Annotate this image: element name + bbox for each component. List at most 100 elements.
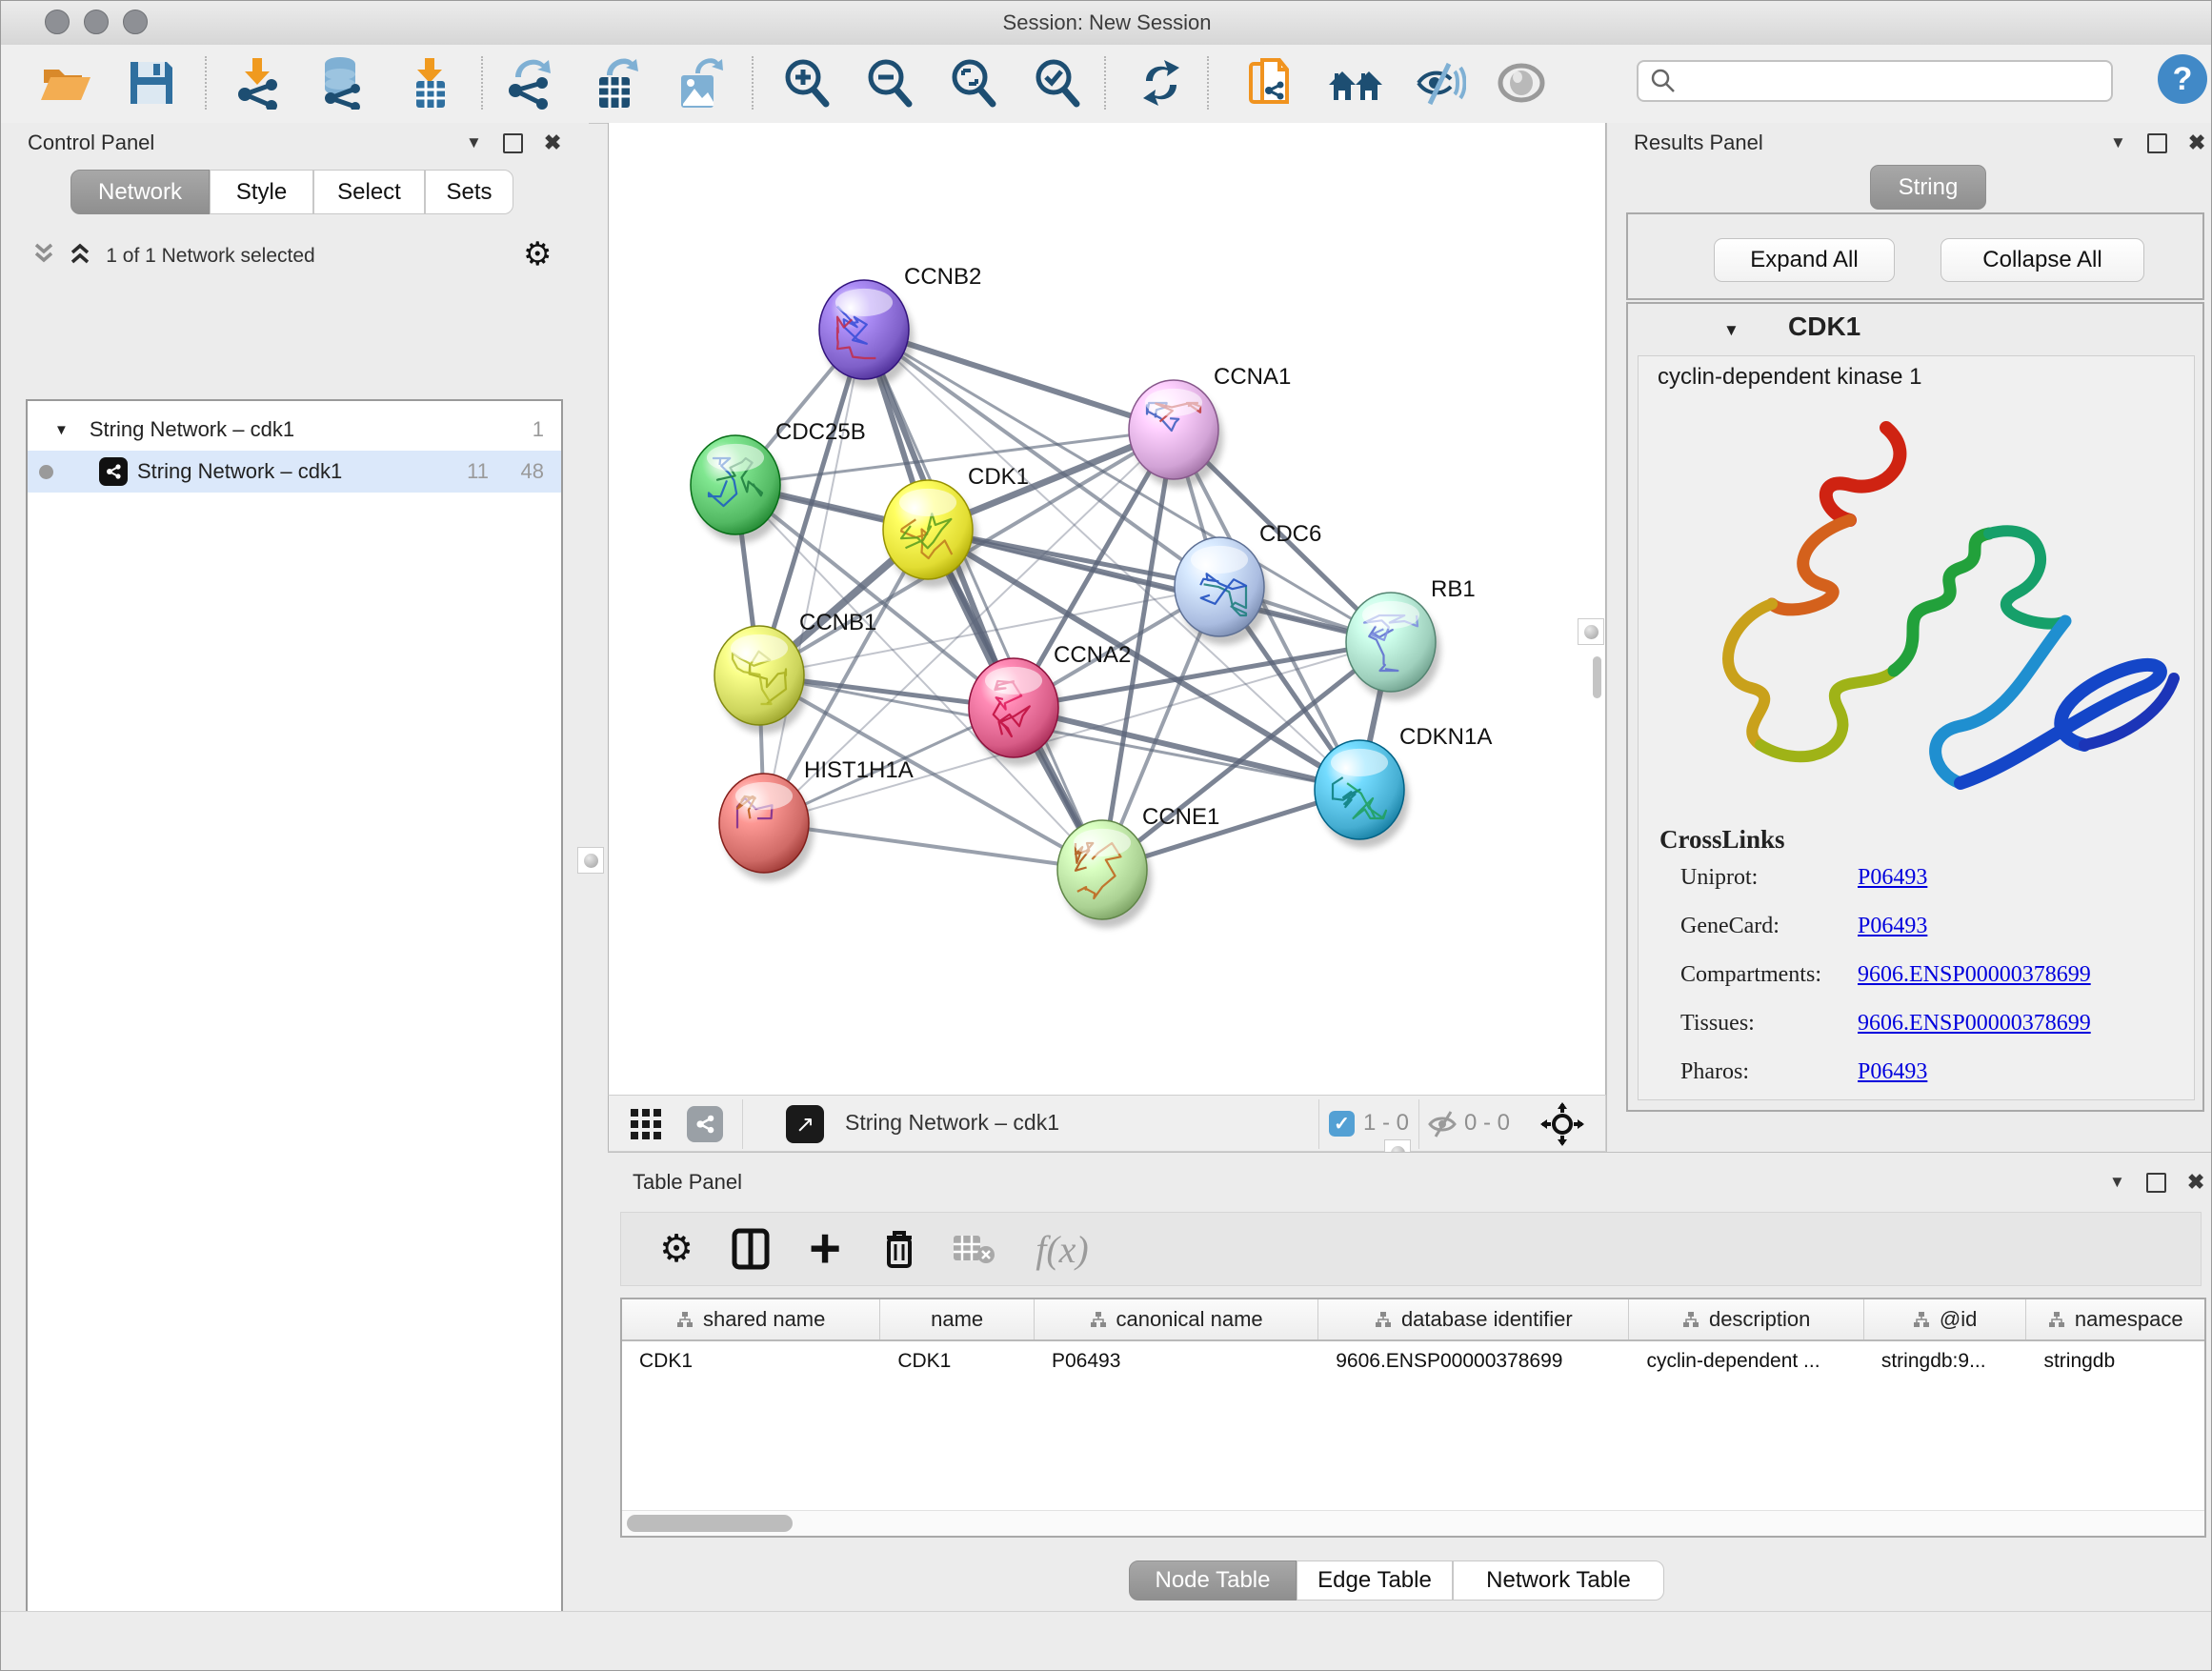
cell-namespace[interactable]: stringdb (2026, 1341, 2204, 1381)
export-image-icon (672, 56, 725, 110)
selected-checkbox-icon[interactable]: ✓ (1329, 1111, 1355, 1137)
collection-label: String Network – cdk1 (90, 417, 294, 442)
table-panel-float-icon[interactable] (2146, 1173, 2166, 1193)
table-settings-gear-icon[interactable]: ⚙ (648, 1220, 705, 1278)
network-label: String Network – cdk1 (137, 459, 342, 484)
zoom-selected-button[interactable] (1027, 50, 1088, 115)
tab-style[interactable]: Style (210, 170, 313, 214)
table-panel-menu-icon[interactable]: ▼ (2109, 1173, 2125, 1192)
fit-content-button[interactable] (943, 50, 1004, 115)
eye-slash-icon (1413, 56, 1466, 110)
column-header-database-identifier[interactable]: database identifier (1318, 1299, 1629, 1339)
entry-expander-icon[interactable]: ▼ (1723, 321, 1739, 340)
save-session-button[interactable] (121, 50, 182, 115)
table-panel: Table Panel ▼ ✖ ⚙ + f(x) (608, 1152, 2212, 1611)
column-header-canonical-name[interactable]: canonical name (1035, 1299, 1318, 1339)
function-builder-icon[interactable]: f(x) (1019, 1220, 1105, 1278)
collection-expander-icon[interactable]: ▼ (54, 422, 69, 438)
control-panel-close-icon[interactable]: ✖ (544, 131, 561, 155)
detach-view-icon[interactable]: ↗ (786, 1105, 824, 1143)
open-session-button[interactable] (35, 50, 96, 115)
left-splitter-handle[interactable] (577, 847, 604, 874)
zoom-in-button[interactable] (776, 50, 837, 115)
crosslink-uniprot-link[interactable]: P06493 (1858, 865, 1927, 891)
fit-selected-crosshair-icon[interactable] (1540, 1102, 1584, 1146)
import-table-button[interactable] (399, 50, 460, 115)
share-document-button[interactable] (1241, 50, 1302, 115)
delete-table-icon[interactable] (945, 1220, 1002, 1278)
refresh-icon (1135, 56, 1188, 110)
table-hscrollbar-track[interactable] (622, 1510, 2204, 1536)
cell-id[interactable]: stringdb:9... (1864, 1341, 2027, 1381)
delete-column-icon[interactable] (871, 1220, 928, 1278)
crosslink-compartments-link[interactable]: 9606.ENSP00000378699 (1858, 962, 2091, 988)
cell-database-identifier[interactable]: 9606.ENSP00000378699 (1318, 1341, 1629, 1381)
network-node-label: CCNA1 (1214, 364, 1291, 390)
export-table-button[interactable] (584, 50, 645, 115)
tab-select[interactable]: Select (313, 170, 425, 214)
column-header-description[interactable]: description (1629, 1299, 1863, 1339)
network-vertical-scrollbar[interactable] (1593, 656, 1601, 698)
show-columns-icon[interactable] (722, 1220, 779, 1278)
cell-shared-name[interactable]: CDK1 (622, 1341, 880, 1381)
tab-node-table[interactable]: Node Table (1129, 1560, 1297, 1601)
export-network-button[interactable] (500, 50, 561, 115)
network-options-gear-icon[interactable]: ⚙ (523, 235, 552, 273)
control-panel-menu-icon[interactable]: ▼ (466, 133, 482, 152)
column-type-icon (2048, 1311, 2065, 1328)
network-graph[interactable]: CCNB2CCNA1CDC25BCDK1CDC6RB1CCNB1CCNA2CDK… (609, 123, 1605, 1093)
add-column-icon[interactable]: + (796, 1220, 854, 1278)
tab-edge-table[interactable]: Edge Table (1297, 1560, 1453, 1601)
gray-eye-icon (1495, 56, 1548, 110)
import-network-file-button[interactable] (228, 50, 289, 115)
network-thumbnail-icon[interactable] (687, 1106, 723, 1142)
control-panel: Control Panel ▼ ✖ Network Style Select S… (1, 123, 589, 1611)
zoom-out-button[interactable] (859, 50, 920, 115)
export-image-button[interactable] (668, 50, 729, 115)
title-bar: Session: New Session (1, 1, 2212, 46)
collapse-all-button[interactable]: Collapse All (1941, 238, 2144, 282)
tab-network-table[interactable]: Network Table (1453, 1560, 1664, 1601)
expand-all-button[interactable]: Expand All (1714, 238, 1895, 282)
birdseye-button[interactable] (1491, 50, 1552, 115)
cell-name[interactable]: CDK1 (880, 1341, 1035, 1381)
tab-sets[interactable]: Sets (425, 170, 513, 214)
network-type-icon (99, 457, 128, 486)
status-bar: Memory (1, 1611, 2212, 1671)
grid-view-icon[interactable] (630, 1108, 662, 1140)
column-header-id[interactable]: @id (1864, 1299, 2027, 1339)
network-collection-row[interactable]: ▼ String Network – cdk1 1 (28, 409, 561, 451)
network-canvas[interactable]: CCNB2CCNA1CDC25BCDK1CDC6RB1CCNB1CCNA2CDK… (608, 123, 1606, 1095)
results-panel-menu-icon[interactable]: ▼ (2110, 133, 2126, 152)
network-row[interactable]: String Network – cdk1 11 48 (28, 451, 561, 493)
right-splitter-handle[interactable] (1578, 618, 1604, 645)
hide-glass-button[interactable] (1409, 50, 1470, 115)
toolbar-separator (205, 56, 207, 110)
selected-node-edge-counts: 1 - 0 (1363, 1110, 1409, 1137)
open-folder-icon (39, 56, 92, 110)
cell-canonical-name[interactable]: P06493 (1035, 1341, 1318, 1381)
refresh-button[interactable] (1131, 50, 1192, 115)
control-panel-float-icon[interactable] (503, 133, 523, 153)
table-hscrollbar-thumb[interactable] (627, 1515, 793, 1532)
table-row[interactable]: CDK1 CDK1 P06493 9606.ENSP00000378699 cy… (622, 1341, 2204, 1381)
main-toolbar: ? (1, 45, 2212, 124)
import-network-icon (231, 56, 285, 110)
column-header-shared-name[interactable]: shared name (622, 1299, 880, 1339)
hidden-eye-icon[interactable] (1426, 1108, 1458, 1140)
crosslink-tissues-link[interactable]: 9606.ENSP00000378699 (1858, 1011, 2091, 1037)
home-button[interactable] (1325, 50, 1386, 115)
import-network-database-button[interactable] (312, 50, 372, 115)
crosslink-pharos-link[interactable]: P06493 (1858, 1059, 1927, 1085)
crosslink-genecard-link[interactable]: P06493 (1858, 914, 1927, 939)
results-panel-float-icon[interactable] (2147, 133, 2167, 153)
table-panel-close-icon[interactable]: ✖ (2187, 1170, 2204, 1195)
help-button[interactable]: ? (2158, 54, 2207, 104)
tab-network[interactable]: Network (70, 170, 210, 214)
column-header-name[interactable]: name (880, 1299, 1035, 1339)
tab-string[interactable]: String (1870, 165, 1986, 210)
column-header-namespace[interactable]: namespace (2026, 1299, 2204, 1339)
results-panel-close-icon[interactable]: ✖ (2188, 131, 2205, 155)
cell-description[interactable]: cyclin-dependent ... (1629, 1341, 1863, 1381)
search-input[interactable] (1637, 60, 2113, 102)
